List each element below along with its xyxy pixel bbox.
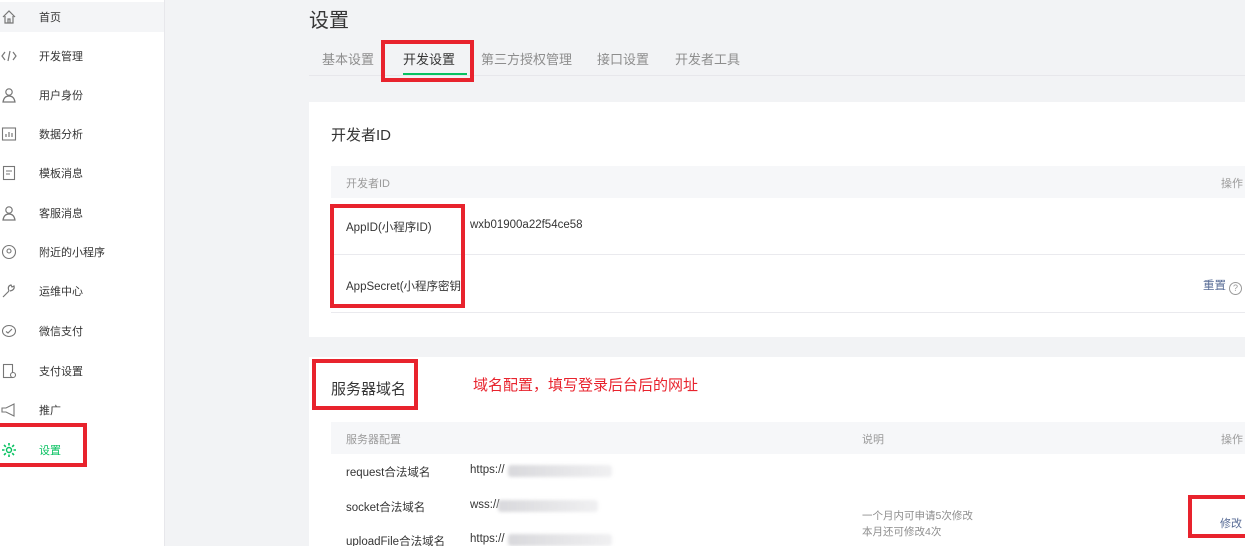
sidebar-item-dev-management[interactable]: 开发管理 — [0, 41, 164, 71]
sidebar-item-home[interactable]: 首页 — [0, 2, 164, 32]
sidebar-item-data-analysis[interactable]: 数据分析 — [0, 119, 164, 149]
col-developer-id: 开发者ID — [346, 178, 390, 190]
tab-interface-settings[interactable]: 接口设置 — [597, 49, 649, 75]
sidebar-item-label: 推广 — [39, 405, 61, 417]
appid-label: AppID(小程序ID) — [346, 222, 432, 234]
home-icon — [0, 8, 18, 26]
sidebar-item-label: 客服消息 — [39, 208, 83, 220]
redacted-blur — [508, 534, 612, 546]
uploadfile-domain-value: https:// — [470, 533, 505, 545]
sidebar-item-label: 开发管理 — [39, 51, 83, 63]
row-divider — [331, 312, 1245, 313]
tab-basic-settings[interactable]: 基本设置 — [322, 49, 374, 75]
reset-action: 重置? — [1203, 277, 1242, 295]
megaphone-icon — [0, 401, 18, 419]
user-icon — [0, 86, 18, 104]
page-title: 设置 — [309, 10, 349, 32]
col-action: 操作 — [1221, 434, 1243, 446]
row-divider — [331, 254, 1245, 255]
col-description: 说明 — [862, 434, 884, 446]
uploadfile-domain-label: uploadFile合法域名 — [346, 536, 446, 546]
appid-value: wxb01900a22f54ce58 — [470, 219, 583, 231]
col-server-config: 服务器配置 — [346, 434, 401, 446]
chat-icon — [0, 322, 18, 340]
request-domain-value: https:// — [470, 464, 505, 476]
modify-remaining-text: 本月还可修改4次 — [862, 526, 942, 538]
code-icon — [0, 47, 18, 65]
sidebar-item-label: 数据分析 — [39, 129, 83, 141]
developer-id-table-header: 开发者ID 操作 — [331, 166, 1245, 198]
gear-icon — [0, 441, 18, 459]
sidebar-item-label: 设置 — [39, 445, 61, 457]
sidebar-item-user-identity[interactable]: 用户身份 — [0, 80, 164, 110]
sidebar-item-label: 模板消息 — [39, 168, 83, 180]
developer-id-title: 开发者ID — [331, 127, 392, 144]
sidebar-item-wechat-pay[interactable]: 微信支付 — [0, 316, 164, 346]
sidebar-item-settings[interactable]: 设置 — [0, 435, 164, 465]
col-action: 操作 — [1221, 178, 1243, 190]
redacted-blur — [508, 465, 612, 477]
sidebar-item-label: 支付设置 — [39, 366, 83, 378]
sidebar-item-payment-settings[interactable]: 支付设置 — [0, 356, 164, 386]
socket-domain-value: wss:// — [470, 499, 500, 511]
sidebar-item-label: 运维中心 — [39, 286, 83, 298]
server-table-header: 服务器配置 说明 操作 — [331, 422, 1245, 454]
payment-settings-icon — [0, 362, 18, 380]
server-domain-title: 服务器域名 — [331, 381, 407, 398]
tab-dev-tools[interactable]: 开发者工具 — [675, 49, 740, 75]
modify-limit-text: 一个月内可申请5次修改 — [862, 510, 973, 522]
sidebar: 首页 开发管理 用户身份 数据分析 模板消息 客服消息 附近的小程序 运维中心 … — [0, 0, 165, 546]
modify-link[interactable]: 修改 — [1220, 515, 1242, 531]
sidebar-item-nearby-miniprogram[interactable]: 附近的小程序 — [0, 237, 164, 267]
chart-icon — [0, 125, 18, 143]
location-icon — [0, 243, 18, 261]
tab-dev-settings[interactable]: 开发设置 — [403, 49, 467, 75]
sidebar-item-label: 用户身份 — [39, 90, 83, 102]
wrench-icon — [0, 282, 18, 300]
appsecret-label: AppSecret(小程序密钥) — [346, 281, 465, 293]
developer-id-card — [309, 102, 1245, 337]
reset-link[interactable]: 重置 — [1203, 280, 1226, 292]
tabs-divider — [309, 75, 1245, 76]
sidebar-item-label: 附近的小程序 — [39, 247, 105, 259]
sidebar-item-ops-center[interactable]: 运维中心 — [0, 276, 164, 306]
socket-domain-label: socket合法域名 — [346, 502, 426, 514]
sidebar-item-promotion[interactable]: 推广 — [0, 395, 164, 425]
redacted-blur — [498, 500, 598, 512]
sidebar-item-template-messages[interactable]: 模板消息 — [0, 158, 164, 188]
sidebar-item-label: 首页 — [39, 12, 61, 24]
sidebar-item-customer-service[interactable]: 客服消息 — [0, 198, 164, 228]
annotation-text: 域名配置，填写登录后台后的网址 — [473, 377, 699, 394]
service-icon — [0, 204, 18, 222]
document-icon — [0, 164, 18, 182]
tab-third-party-auth[interactable]: 第三方授权管理 — [481, 49, 572, 75]
request-domain-label: request合法域名 — [346, 467, 431, 479]
sidebar-item-label: 微信支付 — [39, 326, 83, 338]
help-icon[interactable]: ? — [1229, 282, 1242, 295]
